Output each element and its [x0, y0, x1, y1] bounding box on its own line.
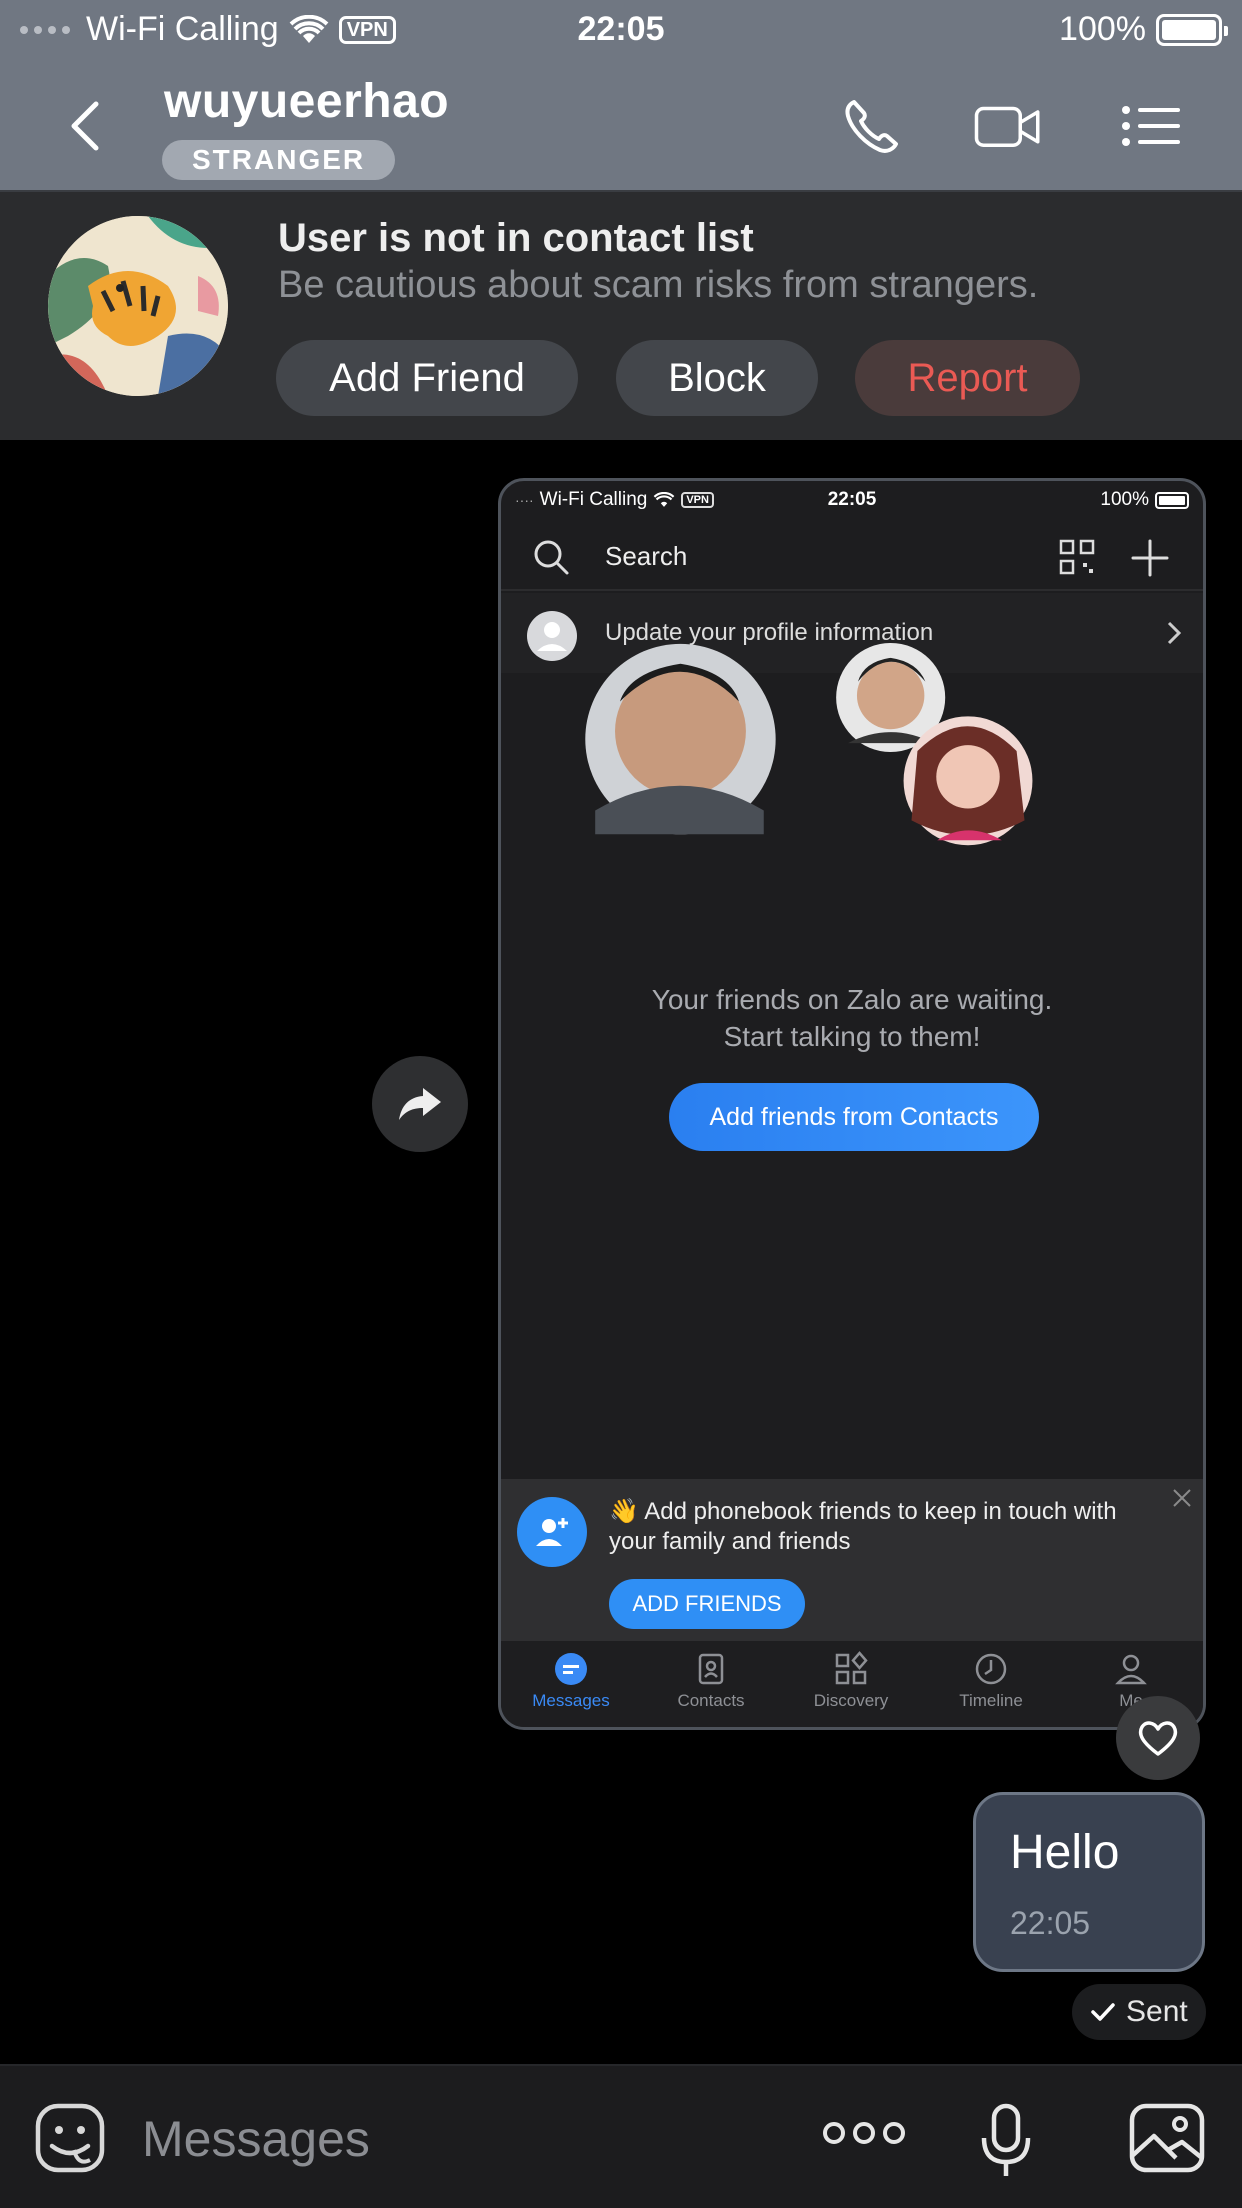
share-arrow-icon: [399, 1088, 441, 1120]
image-icon[interactable]: [1128, 2102, 1206, 2174]
screenshot-add-friends-button: ADD FRIENDS: [609, 1579, 805, 1629]
status-bar: Wi-Fi Calling VPN 22:05 100%: [0, 0, 1242, 62]
timeline-tab-icon: [975, 1653, 1007, 1685]
checkmark-icon: [1091, 2003, 1115, 2021]
screenshot-tab-bar: Messages Contacts Discovery Timeline Me: [501, 1641, 1203, 1727]
react-button[interactable]: [1116, 1696, 1200, 1780]
avatar[interactable]: [48, 216, 228, 396]
stranger-badge: STRANGER: [162, 140, 396, 180]
banner-title: User is not in contact list: [278, 216, 754, 260]
phone-icon[interactable]: [840, 96, 910, 156]
screenshot-tab-discovery: Discovery: [781, 1641, 921, 1727]
banner-subtitle: Be cautious about scam risks from strang…: [278, 264, 1039, 306]
sent-status-badge: Sent: [1072, 1984, 1206, 2040]
forward-button[interactable]: [372, 1056, 468, 1152]
screenshot-add-contacts-button: Add friends from Contacts: [669, 1083, 1039, 1151]
message-bubble[interactable]: Hello 22:05: [973, 1792, 1205, 1972]
contact-name[interactable]: wuyueerhao: [164, 74, 449, 129]
screenshot-tab-messages: Messages: [501, 1641, 641, 1727]
message-input-bar: Messages: [0, 2064, 1242, 2208]
image-message[interactable]: ···· Wi-Fi Calling VPN 22:05 100% Search…: [498, 478, 1206, 1730]
menu-icon[interactable]: [1118, 96, 1188, 156]
top-bar: Wi-Fi Calling VPN 22:05 100% wuyueerhao …: [0, 0, 1242, 190]
block-button[interactable]: Block: [616, 340, 818, 416]
tiger-avatar-image: [48, 216, 228, 396]
status-right: 100%: [1059, 10, 1228, 49]
discovery-tab-icon: [835, 1651, 868, 1685]
close-icon: [1173, 1489, 1191, 1507]
microphone-icon[interactable]: [980, 2102, 1032, 2180]
screenshot-phonebook-card: 👋 Add phonebook friends to keep in touch…: [501, 1479, 1203, 1641]
battery-percent: 100%: [1059, 10, 1146, 48]
more-options-icon[interactable]: [822, 2116, 906, 2150]
chat-header: wuyueerhao STRANGER: [0, 62, 1242, 190]
screenshot-tab-timeline: Timeline: [921, 1641, 1061, 1727]
back-icon[interactable]: [62, 98, 110, 154]
screenshot-tab-contacts-label: Contacts: [677, 1691, 745, 1710]
heart-icon: [1138, 1721, 1178, 1756]
report-button[interactable]: Report: [855, 340, 1080, 416]
messages-tab-icon: [555, 1653, 587, 1685]
battery-icon: [1156, 13, 1228, 46]
add-person-icon: [517, 1497, 587, 1567]
contacts-tab-icon: [698, 1653, 724, 1685]
message-input[interactable]: Messages: [142, 2110, 370, 2168]
me-tab-icon: [1115, 1654, 1147, 1685]
video-call-icon[interactable]: [973, 96, 1043, 156]
screenshot-tab-contacts: Contacts: [641, 1641, 781, 1727]
message-time: 22:05: [1010, 1905, 1091, 1941]
sent-status-label: Sent: [1126, 1995, 1188, 2028]
screenshot-tab-timeline-label: Timeline: [959, 1691, 1023, 1710]
screenshot-tab-discovery-label: Discovery: [813, 1691, 889, 1710]
sticker-icon[interactable]: [34, 2102, 106, 2174]
status-time: 22:05: [577, 10, 665, 48]
screenshot-waiting-text: Your friends on Zalo are waiting. Start …: [501, 981, 1203, 1055]
message-text: Hello: [1010, 1826, 1120, 1879]
screenshot-waiting-line2: Start talking to them!: [723, 1021, 981, 1052]
screenshot-card-text: 👋 Add phonebook friends to keep in touch…: [609, 1498, 1117, 1555]
screenshot-tab-messages-label: Messages: [532, 1691, 610, 1710]
stranger-banner: User is not in contact list Be cautious …: [0, 192, 1242, 440]
screenshot-waiting-line1: Your friends on Zalo are waiting.: [651, 984, 1053, 1015]
add-friend-button[interactable]: Add Friend: [276, 340, 578, 416]
